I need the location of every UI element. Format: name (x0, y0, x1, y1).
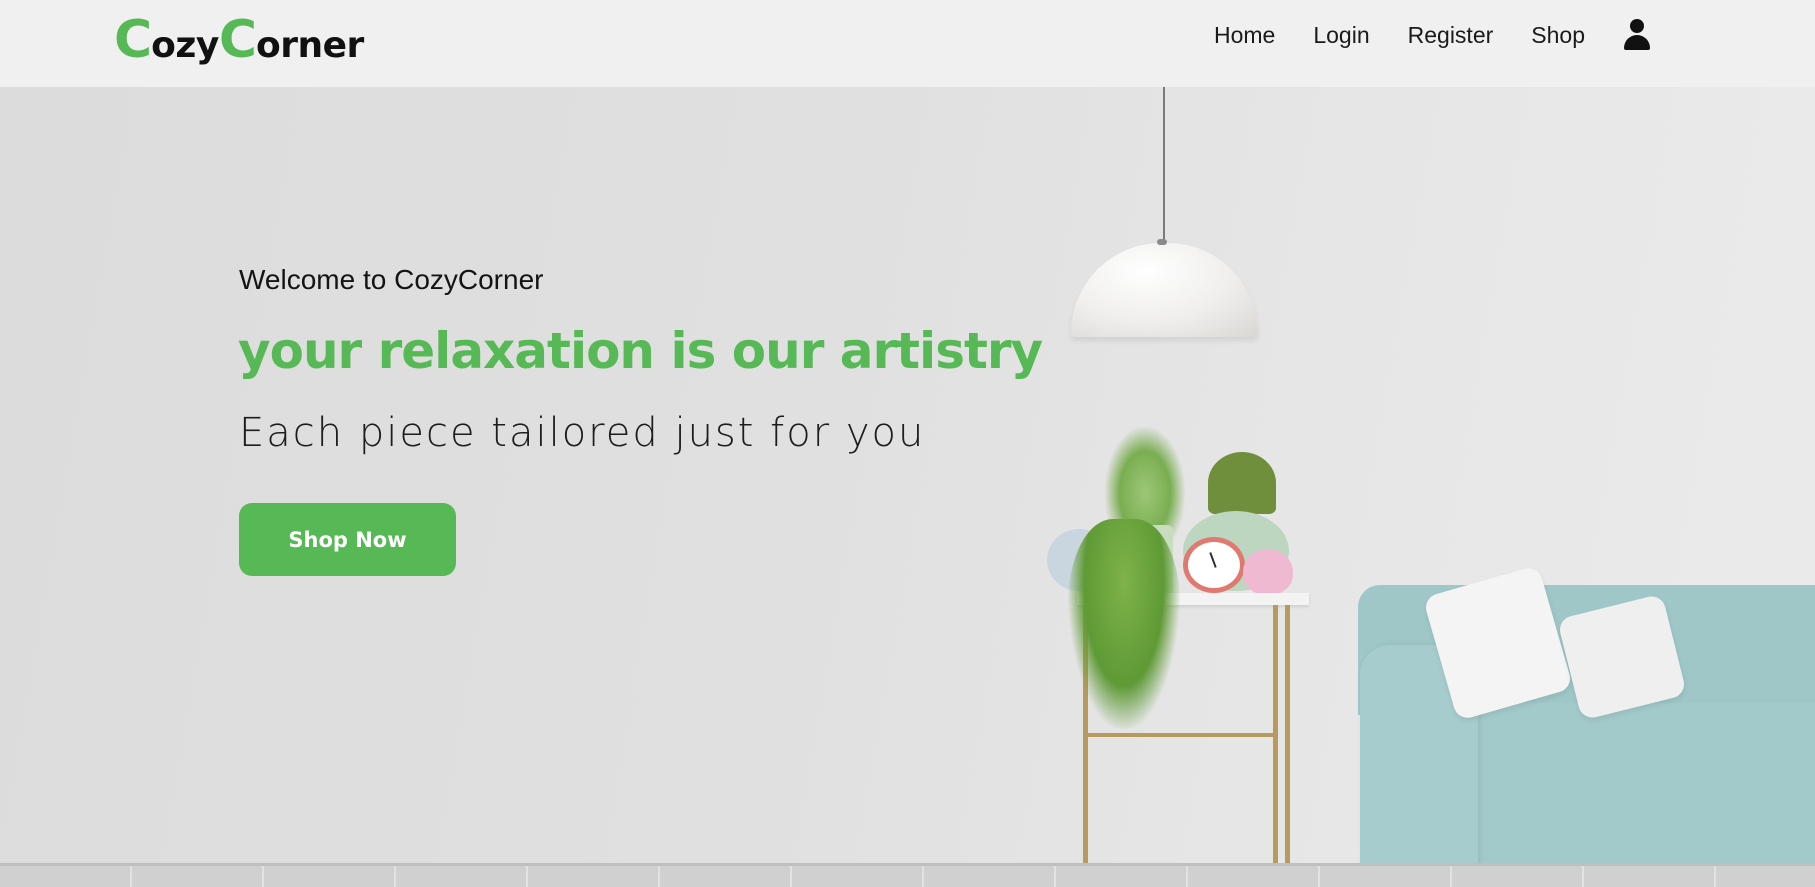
brand-logo[interactable]: CozyCorner (114, 10, 364, 70)
sofa-seat (1476, 703, 1815, 875)
user-icon[interactable] (1623, 19, 1651, 51)
shop-now-button[interactable]: Shop Now (239, 503, 456, 576)
clock-image (1183, 537, 1245, 593)
hero-subline: Each piece tailored just for you (239, 410, 926, 456)
hero-headline: your relaxation is our artistry (238, 322, 1043, 380)
table-leg (1285, 605, 1290, 875)
user-icon-head (1630, 19, 1644, 33)
navbar: CozyCorner Home Login Register Shop (0, 0, 1815, 87)
nav-link-register[interactable]: Register (1408, 22, 1494, 49)
logo-text-orner: orner (256, 25, 364, 66)
lamp-cord (1163, 87, 1165, 240)
hero-section: Welcome to CozyCorner your relaxation is… (0, 87, 1815, 887)
logo-letter-c1: C (114, 10, 152, 70)
user-icon-body (1624, 35, 1650, 50)
main-nav: Home Login Register Shop (1176, 18, 1651, 52)
welcome-text: Welcome to CozyCorner (239, 264, 544, 295)
logo-letter-c2: C (218, 10, 257, 70)
logo-text-ozy: ozy (151, 25, 219, 66)
sofa-image (1358, 564, 1815, 887)
nav-link-login[interactable]: Login (1313, 22, 1369, 49)
pink-vase-image (1243, 549, 1293, 595)
table-shelf (1087, 733, 1277, 737)
nav-link-shop[interactable]: Shop (1531, 22, 1585, 49)
floor (0, 863, 1815, 887)
table-leg (1273, 605, 1278, 875)
nav-link-home[interactable]: Home (1214, 22, 1275, 49)
pendant-lamp-image (1071, 239, 1258, 337)
hanging-plant-image (1068, 519, 1180, 729)
cactus-image (1208, 452, 1276, 514)
